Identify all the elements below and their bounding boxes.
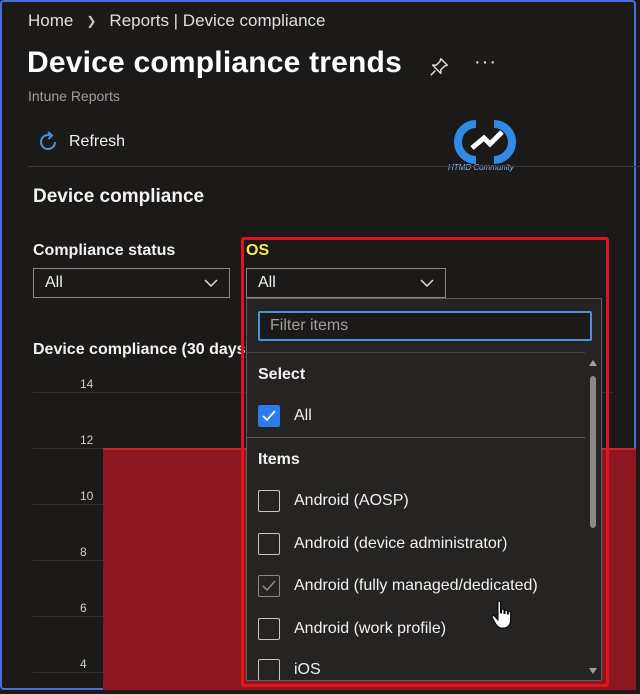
breadcrumb-home-link[interactable]: Home bbox=[28, 11, 73, 31]
y-tick-label: 10 bbox=[80, 489, 94, 503]
chart-title: Device compliance (30 days) bbox=[33, 341, 247, 358]
y-tick-label: 4 bbox=[80, 657, 87, 671]
compliance-status-dropdown[interactable]: All bbox=[33, 268, 230, 298]
page-title: Device compliance trends bbox=[27, 46, 402, 79]
compliance-status-label: Compliance status bbox=[33, 242, 176, 259]
pin-icon[interactable] bbox=[428, 56, 450, 78]
hand-cursor-icon bbox=[491, 600, 512, 629]
watermark-text: HTMD Community bbox=[448, 163, 514, 172]
chevron-down-icon bbox=[204, 279, 218, 288]
section-title: Device compliance bbox=[33, 186, 205, 207]
breadcrumb: Home ❯ Reports | Device compliance bbox=[28, 11, 325, 31]
page-subtitle: Intune Reports bbox=[28, 88, 120, 104]
y-tick-label: 12 bbox=[80, 433, 94, 447]
refresh-button[interactable]: Refresh bbox=[36, 130, 125, 154]
refresh-label: Refresh bbox=[69, 133, 126, 150]
y-tick-label: 8 bbox=[80, 545, 87, 559]
highlight-box bbox=[241, 237, 609, 687]
y-tick-label: 14 bbox=[80, 377, 94, 391]
chevron-right-icon: ❯ bbox=[86, 14, 97, 28]
refresh-icon bbox=[40, 131, 56, 150]
breadcrumb-current-link[interactable]: Reports | Device compliance bbox=[109, 11, 325, 31]
y-tick-label: 6 bbox=[80, 601, 87, 615]
compliance-status-value: All bbox=[45, 274, 63, 291]
toolbar-divider bbox=[28, 166, 640, 167]
more-options-icon[interactable]: ··· bbox=[474, 51, 497, 74]
